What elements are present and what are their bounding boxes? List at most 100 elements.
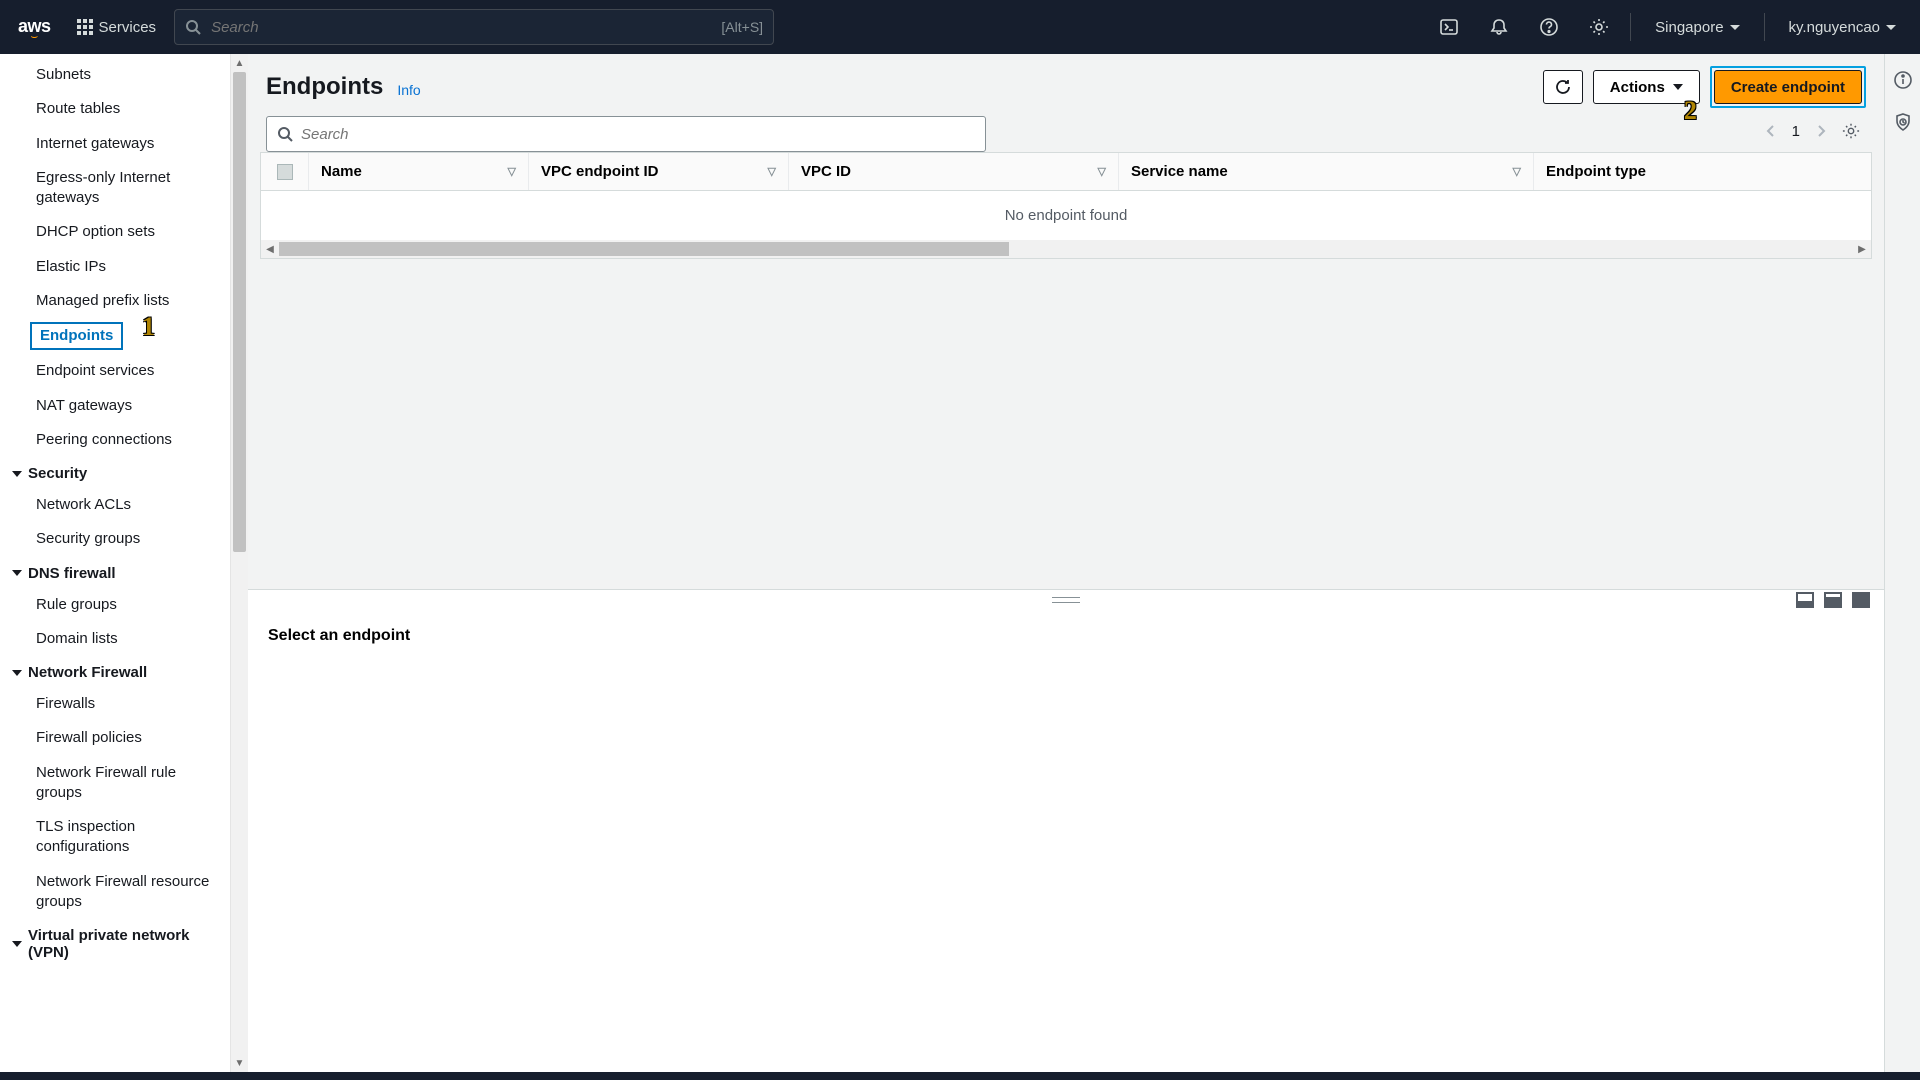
- sidebar-item-domain-lists[interactable]: Domain lists: [0, 622, 230, 656]
- scroll-left-icon[interactable]: ◀: [261, 240, 279, 258]
- sidebar-scrollbar[interactable]: ▲ ▼: [230, 54, 248, 1072]
- refresh-button[interactable]: [1543, 70, 1583, 104]
- page-prev[interactable]: [1764, 124, 1778, 138]
- sidebar-group-label: Security: [28, 465, 87, 482]
- sidebar-item-netfw-rule-groups[interactable]: Network Firewall rule groups: [0, 756, 230, 811]
- footer-bar: [0, 1072, 1920, 1080]
- col-label: VPC ID: [801, 163, 851, 180]
- scroll-right-icon[interactable]: ▶: [1853, 240, 1871, 258]
- sidebar-group-vpn[interactable]: Virtual private network (VPN): [0, 919, 230, 967]
- services-label: Services: [99, 19, 157, 36]
- sidebar-item-netfw-resource-groups[interactable]: Network Firewall resource groups: [0, 865, 230, 920]
- sort-icon[interactable]: ▽: [1513, 165, 1521, 178]
- region-label: Singapore: [1655, 19, 1723, 36]
- create-endpoint-button[interactable]: Create endpoint: [1714, 70, 1862, 104]
- services-menu[interactable]: Services: [67, 13, 167, 42]
- scroll-thumb[interactable]: [279, 242, 1009, 256]
- global-search[interactable]: [Alt+S]: [174, 9, 774, 45]
- table-filter[interactable]: [266, 116, 986, 152]
- region-selector[interactable]: Singapore: [1641, 6, 1753, 48]
- scroll-thumb[interactable]: [233, 72, 246, 552]
- scroll-up-icon[interactable]: ▲: [231, 54, 248, 72]
- info-panel-toggle[interactable]: [1893, 70, 1913, 90]
- sort-icon[interactable]: ▽: [768, 165, 776, 178]
- pagination: 1: [1746, 120, 1884, 148]
- settings-button[interactable]: [1578, 6, 1620, 48]
- sidebar-item-internet-gateways[interactable]: Internet gateways: [0, 127, 230, 161]
- page-number: 1: [1792, 123, 1800, 140]
- sidebar-item-endpoints[interactable]: Endpoints: [30, 322, 123, 350]
- chevron-down-icon: [12, 941, 22, 947]
- sidebar-group-network-firewall[interactable]: Network Firewall: [0, 656, 230, 687]
- info-link[interactable]: Info: [397, 82, 420, 98]
- chevron-down-icon: [12, 570, 22, 576]
- sidebar-group-security[interactable]: Security: [0, 457, 230, 488]
- sidebar-item-subnets[interactable]: Subnets: [0, 58, 230, 92]
- account-menu[interactable]: ky.nguyencao: [1775, 6, 1910, 48]
- help-icon: [1539, 17, 1559, 37]
- sidebar-item-security-groups[interactable]: Security groups: [0, 522, 230, 556]
- col-label: Service name: [1131, 163, 1228, 180]
- refresh-icon: [1554, 78, 1572, 96]
- checkbox-icon[interactable]: [277, 164, 293, 180]
- sidebar-item-route-tables[interactable]: Route tables: [0, 92, 230, 126]
- table-h-scrollbar[interactable]: ◀ ▶: [261, 240, 1871, 258]
- sidebar-group-label: Network Firewall: [28, 664, 147, 681]
- sort-icon[interactable]: ▽: [508, 165, 516, 178]
- chevron-down-icon: [12, 670, 22, 676]
- sidebar-item-peering-connections[interactable]: Peering connections: [0, 423, 230, 457]
- gear-icon: [1842, 122, 1860, 140]
- right-tools-rail: [1884, 54, 1920, 1072]
- sidebar-item-elastic-ips[interactable]: Elastic IPs: [0, 250, 230, 284]
- layout-bottom-small-icon[interactable]: [1796, 592, 1814, 608]
- col-vpc-id[interactable]: VPC ID ▽: [789, 153, 1119, 190]
- col-service-name[interactable]: Service name ▽: [1119, 153, 1534, 190]
- sidebar-item-network-acls[interactable]: Network ACLs: [0, 488, 230, 522]
- sidebar-item-firewall-policies[interactable]: Firewall policies: [0, 721, 230, 755]
- cloudshell-icon: [1439, 17, 1459, 37]
- info-icon: [1893, 70, 1913, 90]
- table-empty-message: No endpoint found: [261, 191, 1871, 240]
- shield-clock-icon: [1893, 112, 1913, 132]
- col-vpc-endpoint-id[interactable]: VPC endpoint ID ▽: [529, 153, 789, 190]
- sidebar-item-firewalls[interactable]: Firewalls: [0, 687, 230, 721]
- endpoints-table: Name ▽ VPC endpoint ID ▽ VPC ID ▽ Service n…: [260, 152, 1872, 259]
- table-header: Name ▽ VPC endpoint ID ▽ VPC ID ▽ Service n…: [261, 153, 1871, 191]
- layout-full-icon[interactable]: [1852, 592, 1870, 608]
- actions-button[interactable]: Actions: [1593, 70, 1700, 104]
- detail-title: Select an endpoint: [268, 627, 1864, 645]
- create-endpoint-label: Create endpoint: [1731, 79, 1845, 96]
- sidebar-item-managed-prefix-lists[interactable]: Managed prefix lists: [0, 284, 230, 318]
- col-name[interactable]: Name ▽: [309, 153, 529, 190]
- sidebar-item-tls-inspection[interactable]: TLS inspection configurations: [0, 810, 230, 865]
- bell-icon: [1489, 17, 1509, 37]
- top-nav: aws ⌣ Services [Alt+S] Singapore ky.nguy…: [0, 0, 1920, 54]
- layout-bottom-large-icon[interactable]: [1824, 592, 1842, 608]
- cloudshell-button[interactable]: [1428, 6, 1470, 48]
- sidebar-item-rule-groups[interactable]: Rule groups: [0, 588, 230, 622]
- split-panel-handle[interactable]: [248, 589, 1884, 609]
- notifications-button[interactable]: [1478, 6, 1520, 48]
- table-filter-input[interactable]: [301, 126, 975, 143]
- chevron-down-icon: [12, 471, 22, 477]
- scroll-down-icon[interactable]: ▼: [231, 1054, 248, 1072]
- global-search-input[interactable]: [211, 19, 711, 36]
- search-icon: [185, 19, 201, 35]
- sidebar-group-dns-firewall[interactable]: DNS firewall: [0, 557, 230, 588]
- page-title: Endpoints: [266, 73, 383, 101]
- sort-icon[interactable]: ▽: [1098, 165, 1106, 178]
- aws-logo[interactable]: aws ⌣: [18, 16, 51, 38]
- sidebar-item-egress-only-igw[interactable]: Egress-only Internet gateways: [0, 161, 230, 216]
- select-all-cell[interactable]: [261, 153, 309, 190]
- sidebar: Subnets Route tables Internet gateways E…: [0, 54, 248, 1072]
- sidebar-item-dhcp-option-sets[interactable]: DHCP option sets: [0, 215, 230, 249]
- col-label: VPC endpoint ID: [541, 163, 659, 180]
- sidebar-item-endpoint-services[interactable]: Endpoint services: [0, 354, 230, 388]
- help-button[interactable]: [1528, 6, 1570, 48]
- col-label: Name: [321, 163, 362, 180]
- sidebar-item-nat-gateways[interactable]: NAT gateways: [0, 389, 230, 423]
- help-panel-toggle[interactable]: [1893, 112, 1913, 132]
- table-preferences[interactable]: [1842, 122, 1860, 140]
- page-next[interactable]: [1814, 124, 1828, 138]
- col-endpoint-type[interactable]: Endpoint type: [1534, 153, 1871, 190]
